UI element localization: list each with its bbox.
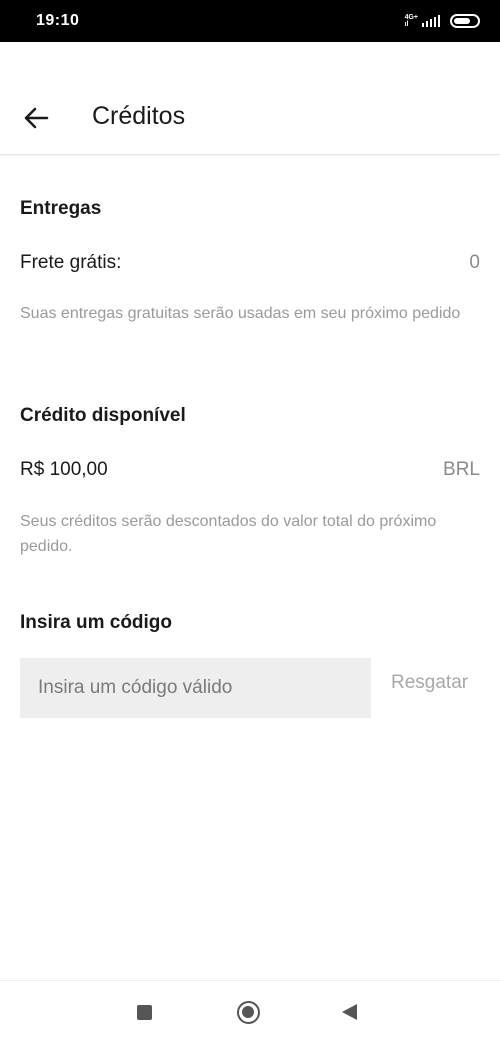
redeem-button[interactable]: Resgatar <box>391 672 468 694</box>
status-time: 19:10 <box>36 12 80 29</box>
status-bar: 19:10 4G+ ıl <box>0 0 500 42</box>
back-button[interactable] <box>18 100 54 136</box>
free-shipping-label: Frete grátis: <box>20 252 122 273</box>
deliveries-section-title: Entregas <box>20 198 102 219</box>
network-type-label: 4G+ ıl <box>404 14 418 28</box>
credit-currency: BRL <box>443 459 480 480</box>
deliveries-hint: Suas entregas gratuitas serão usadas em … <box>20 305 461 322</box>
free-shipping-value: 0 <box>469 252 480 273</box>
recent-apps-icon[interactable] <box>137 1005 152 1020</box>
battery-icon <box>450 14 480 28</box>
system-nav-bar <box>0 980 500 1041</box>
promo-code-input[interactable] <box>20 658 371 718</box>
code-section-title: Insira um código <box>20 612 173 633</box>
app-header: Créditos <box>0 42 500 155</box>
page-title: Créditos <box>92 102 186 130</box>
credit-hint: Seus créditos serão descontados do valor… <box>20 513 437 555</box>
credit-amount: R$ 100,00 <box>20 459 108 480</box>
status-icons: 4G+ ıl <box>405 14 480 28</box>
arrow-left-icon <box>24 107 49 129</box>
home-icon[interactable] <box>237 1001 260 1024</box>
signal-icon <box>422 15 440 27</box>
back-triangle-icon[interactable] <box>342 1004 357 1020</box>
credit-section-title: Crédito disponível <box>20 405 186 426</box>
